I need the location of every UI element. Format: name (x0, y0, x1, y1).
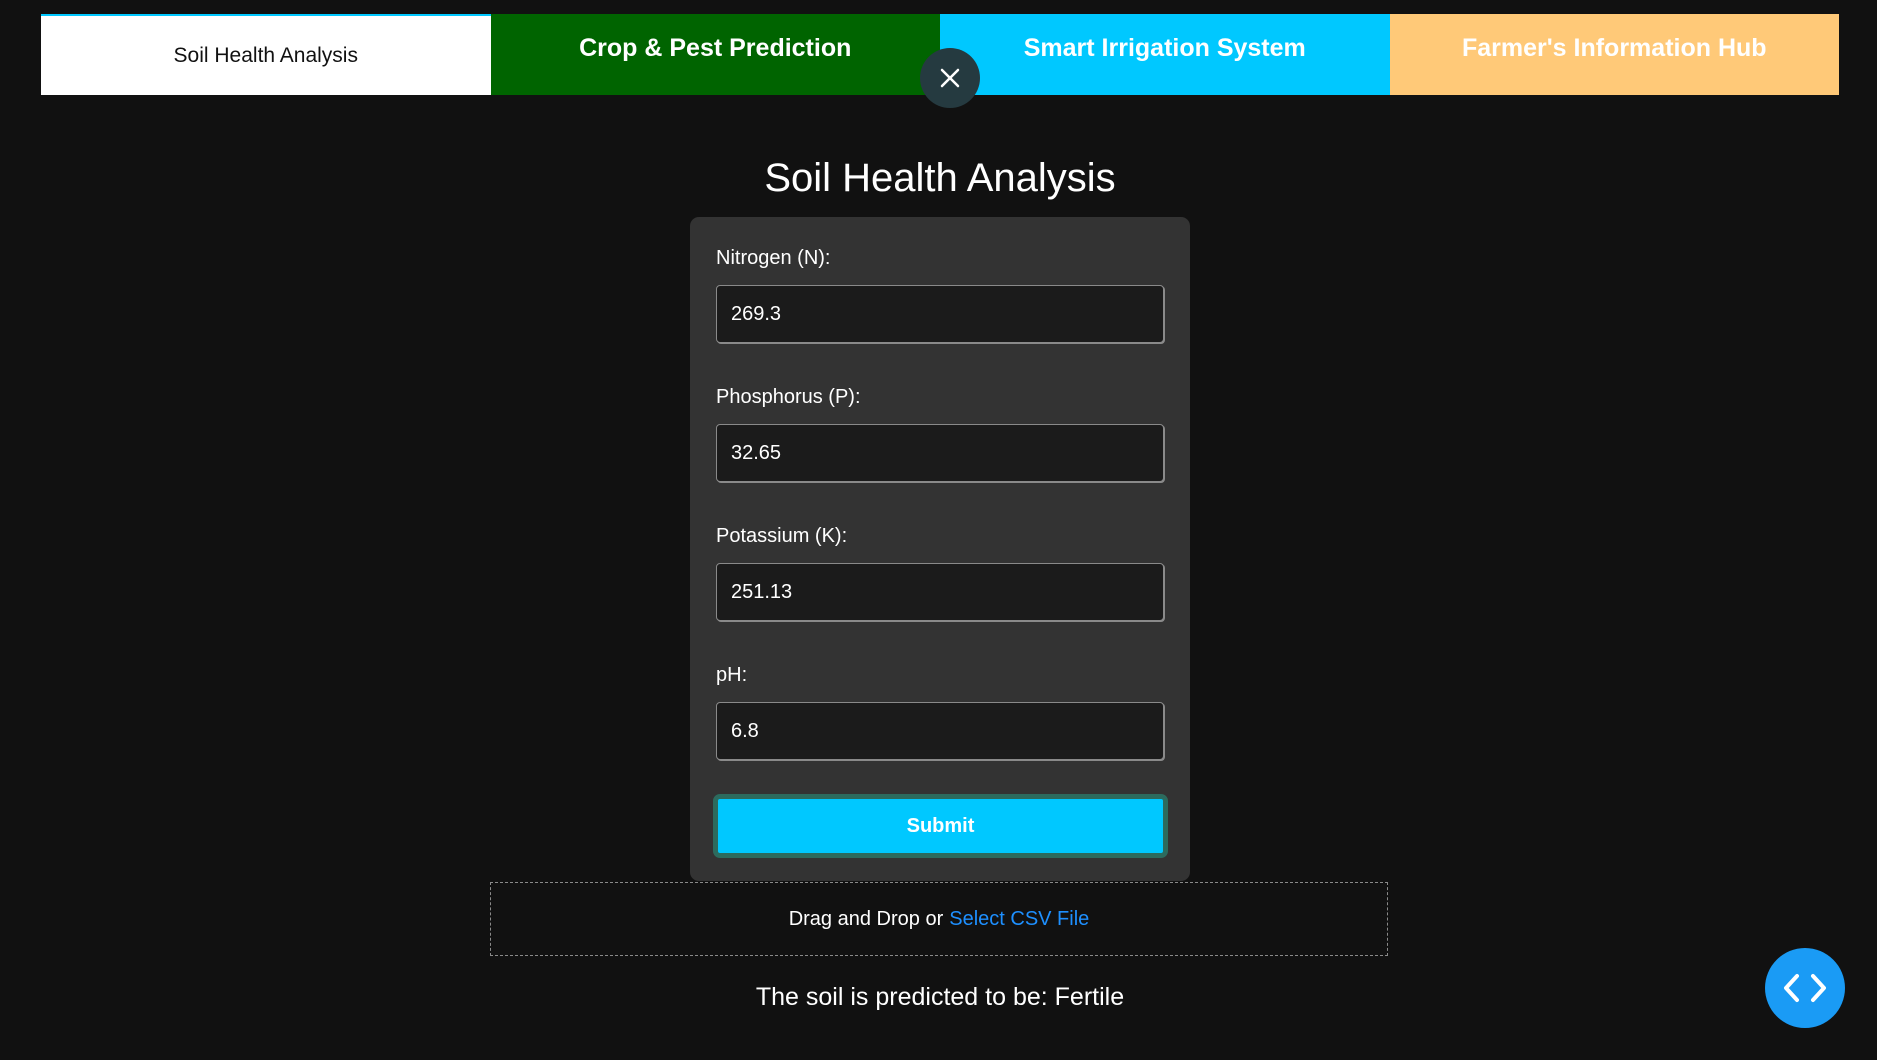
tab-label: Smart Irrigation System (1023, 34, 1306, 62)
code-button[interactable] (1765, 948, 1845, 1028)
tab-label: Farmer's Information Hub (1461, 34, 1767, 62)
phosphorus-label: Phosphorus (P): (716, 386, 861, 408)
tab-soil-health-analysis[interactable]: Soil Health Analysis (41, 14, 491, 95)
tab-crop-pest-prediction[interactable]: Crop & Pest Prediction (490, 14, 940, 95)
close-button[interactable] (920, 48, 980, 108)
tab-smart-irrigation-system[interactable]: Smart Irrigation System (940, 14, 1390, 95)
submit-button[interactable]: Submit (713, 794, 1168, 858)
potassium-input[interactable]: 251.13 (716, 563, 1164, 621)
tab-label: Crop & Pest Prediction (579, 34, 852, 62)
select-csv-link[interactable]: Select CSV File (949, 908, 1089, 931)
potassium-label: Potassium (K): (716, 525, 848, 547)
nitrogen-label: Nitrogen (N): (716, 247, 831, 269)
soil-form-card: Nitrogen (N): 269.3 Phosphorus (P): 32.6… (690, 217, 1190, 881)
close-icon (940, 68, 960, 88)
tab-farmers-information-hub[interactable]: Farmer's Information Hub (1389, 14, 1839, 95)
prediction-result: The soil is predicted to be: Fertile (755, 983, 1125, 1011)
ph-input[interactable]: 6.8 (716, 702, 1164, 760)
csv-dropzone[interactable]: Drag and Drop or Select CSV File (490, 882, 1388, 956)
tab-label: Soil Health Analysis (173, 43, 358, 67)
page: Soil Health Analysis Crop & Pest Predict… (0, 0, 1877, 1060)
nitrogen-input[interactable]: 269.3 (716, 285, 1164, 343)
ph-label: pH: (716, 664, 748, 686)
phosphorus-input[interactable]: 32.65 (716, 424, 1164, 482)
code-icon (1784, 974, 1826, 1002)
page-title: Soil Health Analysis (764, 156, 1116, 200)
dropzone-text: Drag and Drop or (788, 907, 944, 930)
